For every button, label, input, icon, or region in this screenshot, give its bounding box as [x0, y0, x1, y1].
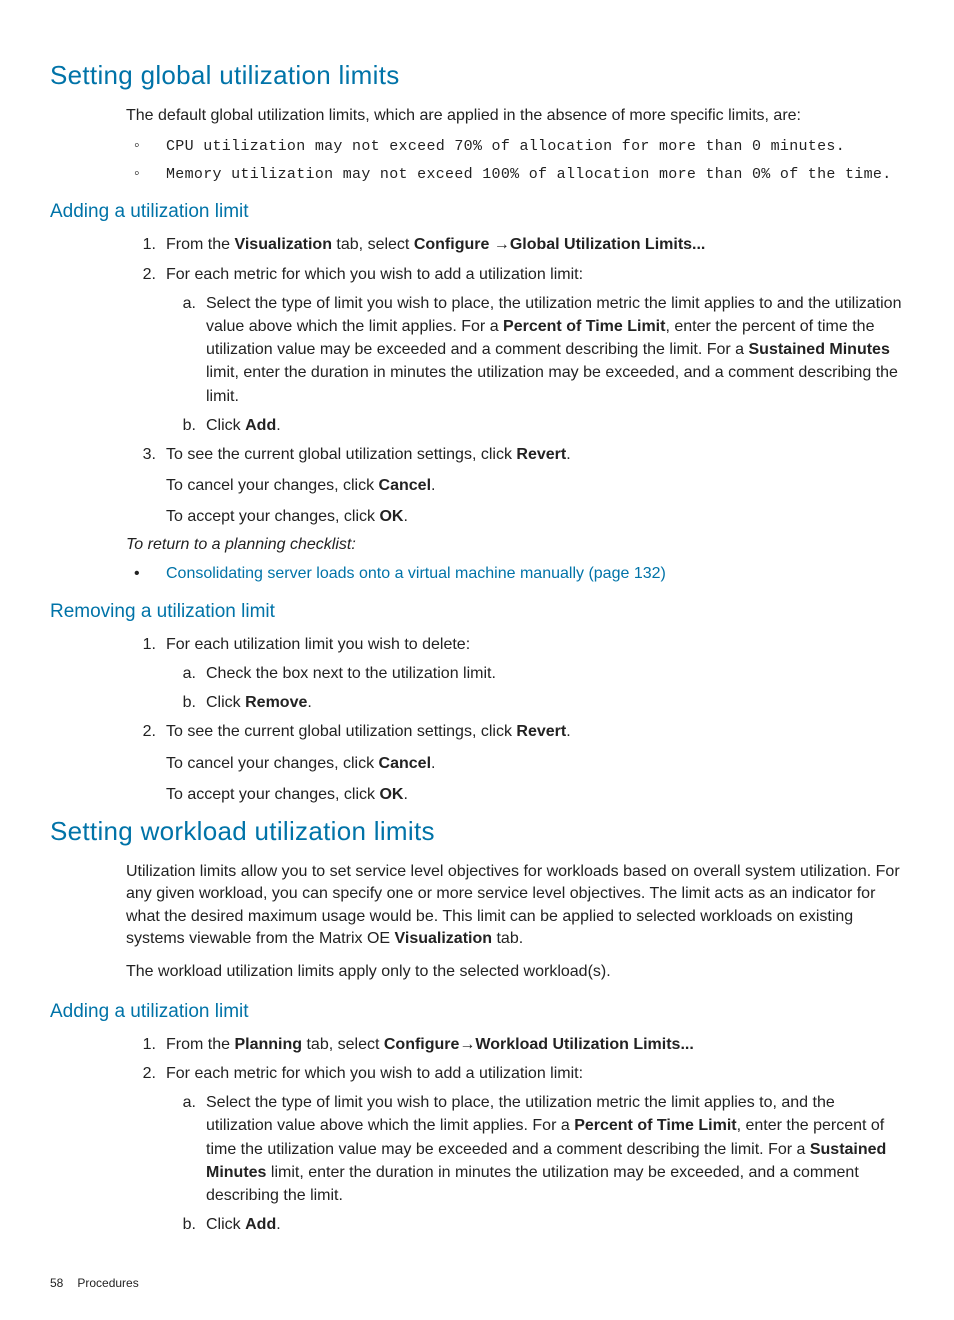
heading-workload-limits: Setting workload utilization limits	[50, 816, 904, 847]
text: tab, select	[302, 1036, 384, 1053]
text: Click	[206, 1216, 245, 1233]
step-item: To see the current global utilization se…	[126, 720, 904, 806]
paragraph-intro-workload-2: The workload utilization limits apply on…	[126, 961, 904, 983]
sub-step-item: Select the type of limit you wish to pla…	[166, 1091, 904, 1207]
bold-text: Add	[245, 417, 276, 434]
text: .	[307, 694, 311, 711]
text: .	[431, 755, 435, 772]
text: .	[566, 446, 570, 463]
adding-limit-steps-2: From the Planning tab, select Configure→…	[126, 1033, 904, 1237]
sub-step-item: Select the type of limit you wish to pla…	[166, 292, 904, 408]
sub-paragraph: To cancel your changes, click Cancel.	[166, 474, 904, 497]
code-text: Memory utilization may not exceed 100% o…	[166, 166, 892, 183]
text: To accept your changes, click	[166, 786, 379, 803]
adding-limit-steps-1: From the Visualization tab, select Confi…	[126, 233, 904, 528]
return-note: To return to a planning checklist:	[126, 534, 904, 556]
text: For each utilization limit you wish to d…	[166, 636, 470, 653]
text: To accept your changes, click	[166, 508, 379, 525]
bold-text: Revert	[516, 446, 566, 463]
sub-steps: Select the type of limit you wish to pla…	[166, 292, 904, 437]
bold-text: Cancel	[379, 477, 431, 494]
heading-adding-limit-2: Adding a utilization limit	[50, 1001, 904, 1023]
checklist-links: Consolidating server loads onto a virtua…	[126, 565, 904, 583]
removing-limit-steps: For each utilization limit you wish to d…	[126, 633, 904, 806]
sub-steps: Select the type of limit you wish to pla…	[166, 1091, 904, 1236]
text: .	[431, 477, 435, 494]
chapter-name: Procedures	[77, 1276, 138, 1290]
text: limit, enter the duration in minutes the…	[206, 364, 898, 404]
step-item: For each utilization limit you wish to d…	[126, 633, 904, 715]
bold-text: Configure	[414, 236, 490, 253]
text: From the	[166, 236, 234, 253]
step-item: From the Planning tab, select Configure→…	[126, 1033, 904, 1056]
bold-text: Workload Utilization Limits...	[475, 1036, 693, 1053]
text: To see the current global utilization se…	[166, 446, 516, 463]
text: .	[276, 417, 280, 434]
text: Click	[206, 694, 245, 711]
sub-steps: Check the box next to the utilization li…	[166, 662, 904, 714]
bold-text: Visualization	[395, 930, 493, 947]
bold-text: Cancel	[379, 755, 431, 772]
sub-step-item: Check the box next to the utilization li…	[166, 662, 904, 685]
page-footer: 58 Procedures	[50, 1276, 904, 1290]
text: tab.	[492, 930, 523, 947]
step-item: For each metric for which you wish to ad…	[126, 263, 904, 437]
list-item: Memory utilization may not exceed 100% o…	[126, 165, 904, 183]
bold-text: Configure	[384, 1036, 460, 1053]
heading-removing-limit: Removing a utilization limit	[50, 601, 904, 623]
text: For each metric for which you wish to ad…	[166, 1065, 583, 1082]
text: From the	[166, 1036, 234, 1053]
paragraph-intro-global: The default global utilization limits, w…	[126, 105, 904, 127]
bold-text: Percent of Time Limit	[574, 1117, 736, 1134]
text: limit, enter the duration in minutes the…	[206, 1164, 859, 1204]
text: .	[403, 786, 407, 803]
sub-step-item: Click Add.	[166, 1213, 904, 1236]
heading-adding-limit-1: Adding a utilization limit	[50, 201, 904, 223]
text: Click	[206, 417, 245, 434]
step-item: For each metric for which you wish to ad…	[126, 1062, 904, 1236]
text: .	[403, 508, 407, 525]
bold-text: Visualization	[234, 236, 332, 253]
text: →	[459, 1036, 475, 1053]
text: To cancel your changes, click	[166, 755, 379, 772]
sub-paragraph: To accept your changes, click OK.	[166, 505, 904, 528]
text: For each metric for which you wish to ad…	[166, 266, 583, 283]
text: .	[276, 1216, 280, 1233]
bold-text: Sustained Minutes	[749, 341, 890, 358]
sub-step-item: Click Add.	[166, 414, 904, 437]
code-text: CPU utilization may not exceed 70% of al…	[166, 138, 845, 155]
page-number: 58	[50, 1276, 63, 1290]
bold-text: Add	[245, 1216, 276, 1233]
bold-text: Global Utilization Limits...	[510, 236, 706, 253]
step-item: From the Visualization tab, select Confi…	[126, 233, 904, 256]
paragraph-intro-workload-1: Utilization limits allow you to set serv…	[126, 861, 904, 951]
bold-text: OK	[379, 508, 403, 525]
list-item: CPU utilization may not exceed 70% of al…	[126, 137, 904, 155]
list-item: Consolidating server loads onto a virtua…	[126, 565, 904, 583]
text: .	[566, 723, 570, 740]
default-limits-list: CPU utilization may not exceed 70% of al…	[126, 137, 904, 183]
bold-text: Remove	[245, 694, 307, 711]
sub-paragraph: To accept your changes, click OK.	[166, 783, 904, 806]
bold-text: Revert	[516, 723, 566, 740]
text: To see the current global utilization se…	[166, 723, 516, 740]
sub-step-item: Click Remove.	[166, 691, 904, 714]
bold-text: OK	[379, 786, 403, 803]
cross-reference-link[interactable]: Consolidating server loads onto a virtua…	[166, 565, 666, 582]
step-item: To see the current global utilization se…	[126, 443, 904, 529]
bold-text: Percent of Time Limit	[503, 318, 665, 335]
sub-paragraph: To cancel your changes, click Cancel.	[166, 752, 904, 775]
bold-text: Planning	[234, 1036, 302, 1053]
text: To cancel your changes, click	[166, 477, 379, 494]
text: tab, select	[332, 236, 414, 253]
heading-global-limits: Setting global utilization limits	[50, 60, 904, 91]
text: →	[489, 236, 509, 253]
